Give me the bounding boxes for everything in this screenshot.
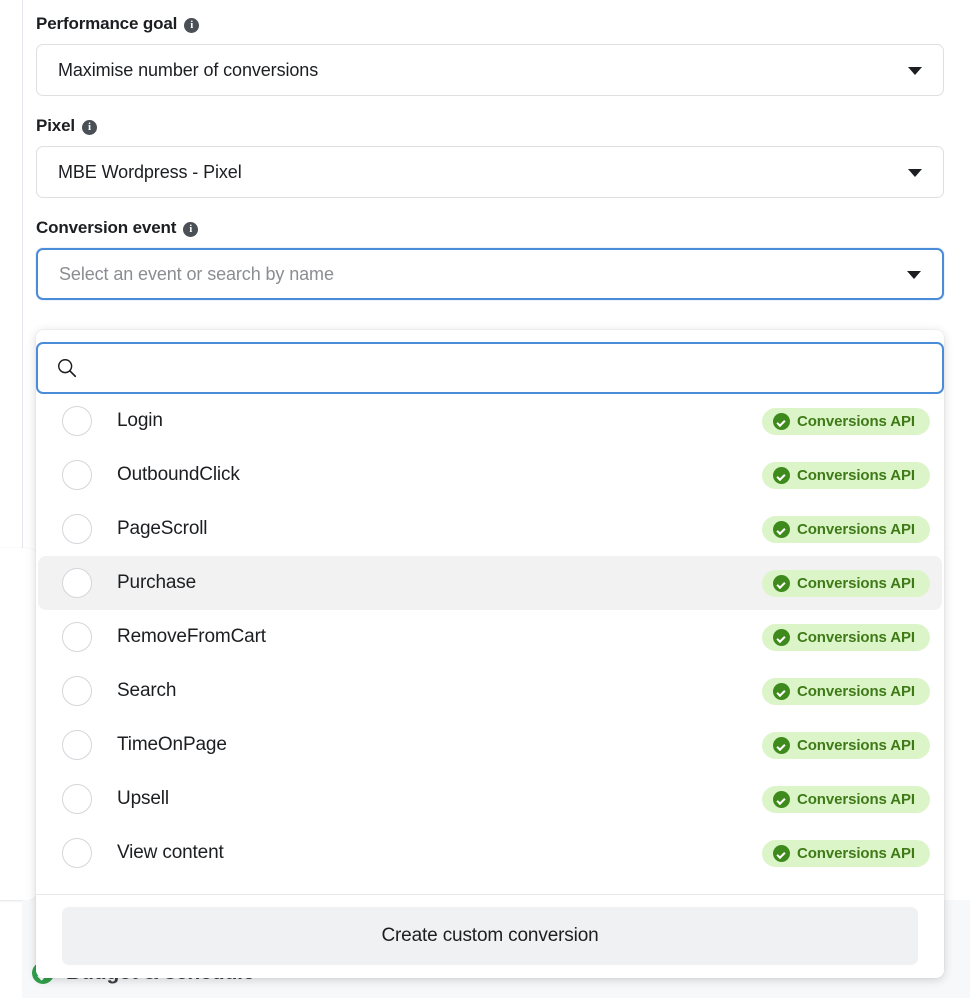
pixel-label: Pixel i — [36, 116, 944, 136]
option-label: Search — [117, 680, 177, 701]
option-label: OutboundClick — [117, 464, 240, 485]
option-row[interactable]: Purchase Conversions API — [38, 556, 942, 610]
conversion-event-dropdown: Login Conversions API OutboundClick Convers… — [36, 330, 944, 978]
background-card-left — [0, 548, 38, 900]
conversions-api-badge: Conversions API — [762, 515, 930, 543]
check-circle-icon — [773, 790, 791, 808]
conversion-form: Performance goal i Maximise number of co… — [36, 0, 944, 300]
conversion-event-label-text: Conversion event — [36, 218, 177, 237]
option-label: RemoveFromCart — [117, 626, 266, 647]
radio-button[interactable] — [62, 784, 92, 814]
chevron-down-icon — [908, 169, 922, 177]
option-row[interactable]: Login Conversions API — [38, 394, 942, 448]
badge-label: Conversions API — [797, 574, 915, 592]
pixel-select[interactable]: MBE Wordpress - Pixel — [36, 146, 944, 198]
option-label: TimeOnPage — [117, 734, 227, 755]
radio-button[interactable] — [62, 730, 92, 760]
performance-goal-value: Maximise number of conversions — [58, 59, 319, 80]
performance-goal-label: Performance goal i — [36, 14, 944, 34]
create-custom-conversion-button[interactable]: Create custom conversion — [62, 907, 918, 965]
radio-button[interactable] — [62, 838, 92, 868]
conversions-api-badge: Conversions API — [762, 677, 930, 705]
option-row[interactable]: Search Conversions API — [38, 664, 942, 718]
badge-label: Conversions API — [797, 412, 915, 430]
info-icon[interactable]: i — [183, 221, 199, 237]
conversions-api-badge: Conversions API — [762, 839, 930, 867]
radio-button[interactable] — [62, 622, 92, 652]
option-row[interactable]: OutboundClick Conversions API — [38, 448, 942, 502]
badge-label: Conversions API — [797, 682, 915, 700]
option-row[interactable]: Upsell Conversions API — [38, 772, 942, 826]
radio-button[interactable] — [62, 514, 92, 544]
search-input[interactable] — [90, 353, 870, 383]
chevron-down-icon — [908, 67, 922, 75]
search-icon — [58, 359, 77, 378]
screen-root: Budget & schedule Performance goal i Max… — [0, 0, 970, 998]
radio-button[interactable] — [62, 406, 92, 436]
badge-label: Conversions API — [797, 844, 915, 862]
check-circle-icon — [773, 520, 791, 538]
option-row[interactable]: View content Conversions API — [38, 826, 942, 880]
conversion-event-label: Conversion event i — [36, 218, 944, 238]
dropdown-footer: Create custom conversion — [36, 895, 944, 978]
option-row[interactable]: RemoveFromCart Conversions API — [38, 610, 942, 664]
check-circle-icon — [773, 844, 791, 862]
conversions-api-badge: Conversions API — [762, 461, 930, 489]
option-label: Upsell — [117, 788, 169, 809]
option-label: Login — [117, 410, 163, 431]
conversions-api-badge: Conversions API — [762, 623, 930, 651]
option-label: View content — [117, 842, 224, 863]
option-row[interactable]: PageScroll Conversions API — [38, 502, 942, 556]
radio-button[interactable] — [62, 460, 92, 490]
dropdown-search-row — [36, 330, 944, 394]
pixel-label-text: Pixel — [36, 116, 75, 135]
option-row[interactable]: TimeOnPage Conversions API — [38, 718, 942, 772]
check-circle-icon — [773, 628, 791, 646]
check-circle-icon — [773, 412, 791, 430]
chevron-down-icon — [907, 271, 921, 279]
badge-label: Conversions API — [797, 736, 915, 754]
info-icon[interactable]: i — [184, 17, 200, 33]
performance-goal-select[interactable]: Maximise number of conversions — [36, 44, 944, 96]
conversions-api-badge: Conversions API — [762, 731, 930, 759]
option-label: PageScroll — [117, 518, 208, 539]
badge-label: Conversions API — [797, 520, 915, 538]
check-circle-icon — [773, 466, 791, 484]
check-circle-icon — [773, 736, 791, 754]
option-label: Purchase — [117, 572, 197, 593]
conversion-event-option-list[interactable]: Login Conversions API OutboundClick Convers… — [36, 394, 944, 894]
conversions-api-badge: Conversions API — [762, 569, 930, 597]
check-circle-icon — [773, 574, 791, 592]
pixel-value: MBE Wordpress - Pixel — [58, 161, 242, 182]
badge-label: Conversions API — [797, 466, 915, 484]
info-icon[interactable]: i — [81, 119, 97, 135]
radio-button[interactable] — [62, 676, 92, 706]
conversions-api-badge: Conversions API — [762, 407, 930, 435]
check-circle-icon — [773, 682, 791, 700]
conversions-api-badge: Conversions API — [762, 785, 930, 813]
conversion-event-value: Select an event or search by name — [59, 263, 334, 284]
conversion-event-select[interactable]: Select an event or search by name — [36, 248, 944, 300]
badge-label: Conversions API — [797, 790, 915, 808]
radio-button[interactable] — [62, 568, 92, 598]
performance-goal-label-text: Performance goal — [36, 14, 178, 33]
search-field-wrapper[interactable] — [36, 342, 944, 394]
badge-label: Conversions API — [797, 628, 915, 646]
